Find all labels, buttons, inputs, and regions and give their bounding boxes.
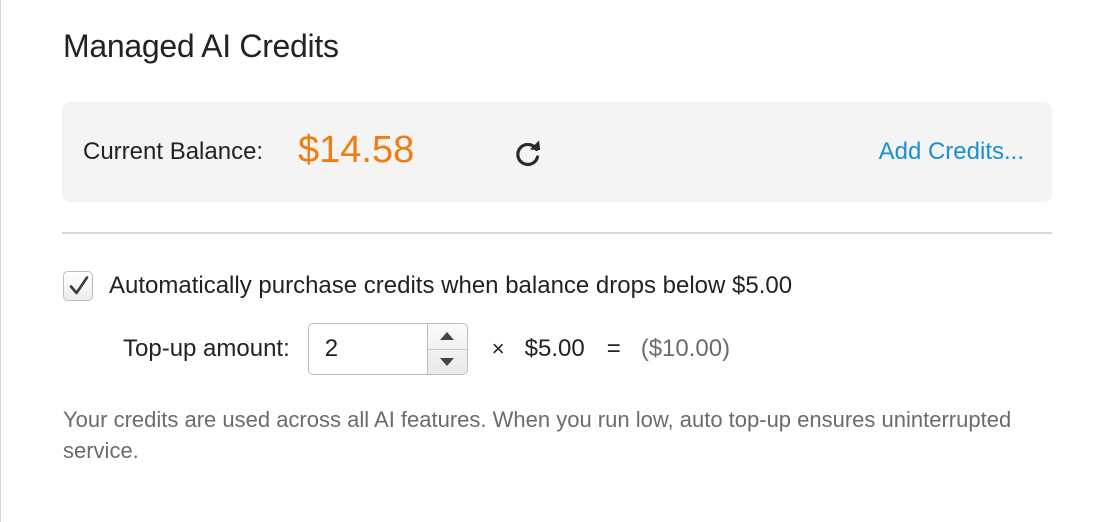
topup-total: ($10.00) [640,335,731,362]
ai-credits-panel: Managed AI Credits Current Balance: $14.… [0,0,1104,522]
stepper-buttons [426,324,467,375]
chevron-down-icon [440,357,455,366]
decrement-button[interactable] [427,348,467,375]
topup-amount-row: Top-up amount: × $5.00 = ($10.00) [123,322,730,376]
divider [62,232,1052,234]
page-title: Managed AI Credits [63,28,339,64]
unit-price: $5.00 [524,335,585,362]
balance-label: Current Balance: [83,138,264,165]
quantity-stepper [307,323,468,375]
auto-topup-label: Automatically purchase credits when bala… [109,272,793,299]
balance-card: Current Balance: $14.58 Add Credits... [62,102,1052,202]
checkmark-icon [69,276,89,295]
balance-amount: $14.58 [298,129,415,171]
chevron-up-icon [440,332,455,341]
auto-topup-checkbox[interactable] [63,271,93,301]
quantity-input[interactable] [308,324,427,374]
equals-symbol: = [606,335,621,362]
help-text: Your credits are used across all AI feat… [63,407,1012,463]
refresh-icon[interactable] [510,136,546,172]
add-credits-link[interactable]: Add Credits... [879,138,1024,166]
increment-button[interactable] [428,324,467,349]
multiply-symbol: × [491,336,505,361]
topup-amount-label: Top-up amount: [123,335,290,362]
auto-topup-row: Automatically purchase credits when bala… [63,268,792,304]
